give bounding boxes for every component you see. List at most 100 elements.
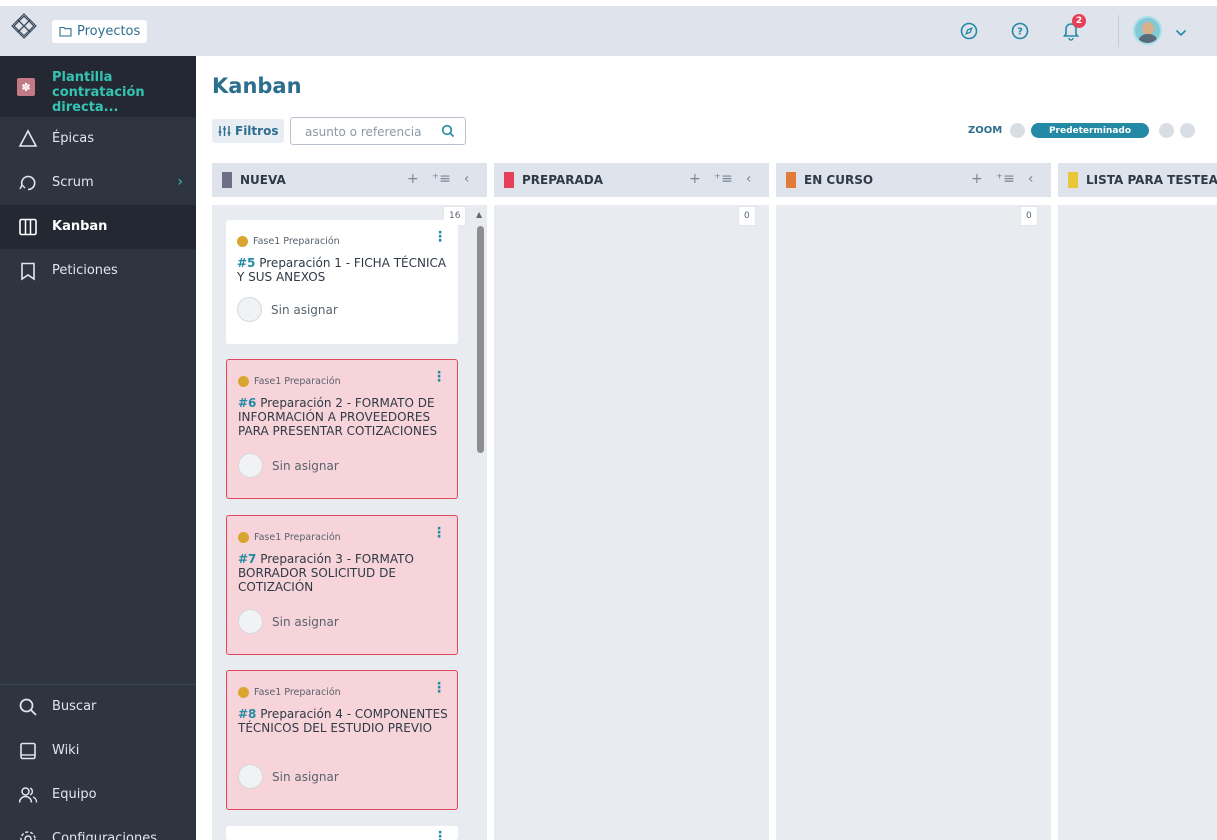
epic-tag[interactable]: Fase1 Preparación: [238, 376, 341, 387]
card-subject[interactable]: #6 Preparación 2 - FORMATO DE INFORMACIÓ…: [238, 396, 450, 438]
epic-label: Fase1 Preparación: [254, 376, 341, 387]
kanban-card[interactable]: Fase1 Preparación ⋮ #7 Preparación 3 - F…: [226, 515, 458, 655]
top-bar-strip: [0, 6, 1217, 56]
card-menu-icon[interactable]: ⋮: [432, 369, 446, 385]
zoom-label: ZOOM: [968, 125, 1003, 136]
sidebar-item-kanban[interactable]: Kanban: [0, 205, 196, 249]
column-title: NUEVA: [240, 173, 286, 187]
zoom-option-dot[interactable]: [1159, 123, 1174, 138]
column-body-en-curso: [776, 205, 1051, 840]
filters-icon: [218, 126, 231, 136]
user-avatar-icon[interactable]: [1133, 16, 1162, 45]
column-body-preparada: [494, 205, 769, 840]
bulk-add-icon[interactable]: ⁺≡: [432, 171, 451, 187]
kanban-card[interactable]: Fase1 Preparación ⋮ #6 Preparación 2 - F…: [226, 359, 458, 499]
kanban-card[interactable]: ⋮: [226, 826, 458, 840]
team-icon: [18, 787, 38, 803]
bulk-add-icon[interactable]: ⁺≡: [996, 171, 1015, 187]
sidebar-item-buscar[interactable]: Buscar: [0, 685, 196, 729]
card-ref[interactable]: #6: [238, 396, 256, 410]
bulk-add-icon[interactable]: ⁺≡: [714, 171, 733, 187]
settings-icon: [20, 831, 36, 840]
kanban-icon: [19, 218, 37, 236]
column-card-count: 0: [1020, 206, 1038, 226]
filters-button[interactable]: Filtros: [212, 119, 285, 143]
add-card-icon[interactable]: +: [689, 171, 701, 187]
chevron-down-icon[interactable]: [1170, 22, 1192, 44]
chevron-right-icon[interactable]: ›: [177, 174, 183, 190]
unassigned-avatar-icon: [238, 609, 263, 634]
sidebar-item-peticiones[interactable]: Peticiones: [0, 249, 196, 293]
zoom-option-dot[interactable]: [1010, 123, 1025, 138]
assignee-label: Sin asignar: [271, 302, 338, 317]
filters-label: Filtros: [235, 124, 279, 138]
column-color-swatch: [1068, 172, 1078, 188]
column-header-lista-para-testear: LISTA PARA TESTEAR: [1058, 163, 1217, 197]
card-ref[interactable]: #5: [237, 256, 255, 270]
compass-icon[interactable]: [958, 20, 980, 42]
card-assignee[interactable]: Sin asignar: [238, 453, 339, 478]
collapse-column-icon[interactable]: ‹: [464, 171, 470, 187]
epic-color-dot: [238, 687, 249, 698]
sidebar-item-epicas[interactable]: Épicas: [0, 117, 196, 161]
wiki-icon: [20, 742, 36, 760]
card-menu-icon[interactable]: ⋮: [432, 525, 446, 541]
kanban-card[interactable]: Fase1 Preparación ⋮ #8 Preparación 4 - C…: [226, 670, 458, 810]
topbar-divider: [1118, 15, 1119, 47]
sidebar-item-configuraciones[interactable]: Configuraciones: [0, 817, 196, 840]
unassigned-avatar-icon: [237, 297, 262, 322]
collapse-column-icon[interactable]: ‹: [746, 171, 752, 187]
card-assignee[interactable]: Sin asignar: [238, 764, 339, 789]
card-menu-icon[interactable]: ⋮: [433, 229, 447, 245]
card-assignee[interactable]: Sin asignar: [238, 609, 339, 634]
sidebar-item-label: Buscar: [52, 699, 97, 714]
column-color-swatch: [222, 172, 232, 188]
kanban-card[interactable]: Fase1 Preparación ⋮ #5 Preparación 1 - F…: [226, 220, 458, 344]
card-ref[interactable]: #8: [238, 707, 256, 721]
zoom-selected-option[interactable]: Predeterminado: [1031, 123, 1149, 138]
sidebar-item-label: Configuraciones: [52, 831, 157, 840]
projects-label: Proyectos: [77, 24, 141, 39]
svg-text:?: ?: [1017, 27, 1023, 38]
sidebar-item-label: Peticiones: [52, 263, 118, 278]
folder-icon: [59, 26, 72, 37]
sidebar-item-scrum[interactable]: Scrum ›: [0, 161, 196, 205]
project-header[interactable]: ✽ Plantilla contratación directa...: [0, 56, 196, 117]
epic-color-dot: [238, 376, 249, 387]
card-title[interactable]: Preparación 3 - FORMATO BORRADOR SOLICIT…: [238, 552, 414, 594]
sidebar: ✽ Plantilla contratación directa... Épic…: [0, 56, 196, 840]
projects-button[interactable]: Proyectos: [52, 20, 148, 43]
card-menu-icon[interactable]: ⋮: [432, 680, 446, 696]
column-card-count: 0: [738, 206, 756, 226]
card-title[interactable]: Preparación 4 - COMPONENTES TÉCNICOS DEL…: [238, 707, 448, 735]
add-card-icon[interactable]: +: [971, 171, 983, 187]
column-color-swatch: [786, 172, 796, 188]
scroll-up-arrow-icon[interactable]: ▲: [476, 210, 482, 219]
search-icon[interactable]: [441, 124, 455, 138]
epic-tag[interactable]: Fase1 Preparación: [238, 532, 341, 543]
sidebar-item-wiki[interactable]: Wiki: [0, 729, 196, 773]
help-icon[interactable]: ?: [1009, 20, 1031, 42]
epic-label: Fase1 Preparación: [254, 532, 341, 543]
zoom-option-dot[interactable]: [1180, 123, 1195, 138]
search-box[interactable]: [290, 117, 466, 145]
column-header-en-curso: EN CURSO + ⁺≡ ‹: [776, 163, 1051, 197]
sidebar-item-label: Wiki: [52, 743, 80, 758]
sidebar-item-equipo[interactable]: Equipo: [0, 773, 196, 817]
card-subject[interactable]: #7 Preparación 3 - FORMATO BORRADOR SOLI…: [238, 552, 450, 594]
epic-tag[interactable]: Fase1 Preparación: [237, 236, 340, 247]
card-ref[interactable]: #7: [238, 552, 256, 566]
card-subject[interactable]: #8 Preparación 4 - COMPONENTES TÉCNICOS …: [238, 707, 450, 735]
card-subject[interactable]: #5 Preparación 1 - FICHA TÉCNICA Y SUS A…: [237, 256, 449, 284]
taiga-logo-icon[interactable]: [10, 12, 38, 40]
add-card-icon[interactable]: +: [407, 171, 419, 187]
search-input[interactable]: [305, 123, 440, 141]
scrollbar-thumb[interactable]: [477, 226, 484, 453]
card-title[interactable]: Preparación 2 - FORMATO DE INFORMACIÓN A…: [238, 396, 437, 438]
card-assignee[interactable]: Sin asignar: [237, 297, 338, 322]
card-title[interactable]: Preparación 1 - FICHA TÉCNICA Y SUS ANEX…: [237, 256, 446, 284]
epic-tag[interactable]: Fase1 Preparación: [238, 687, 341, 698]
epic-color-dot: [238, 532, 249, 543]
collapse-column-icon[interactable]: ‹: [1028, 171, 1034, 187]
card-menu-icon[interactable]: ⋮: [433, 829, 447, 840]
